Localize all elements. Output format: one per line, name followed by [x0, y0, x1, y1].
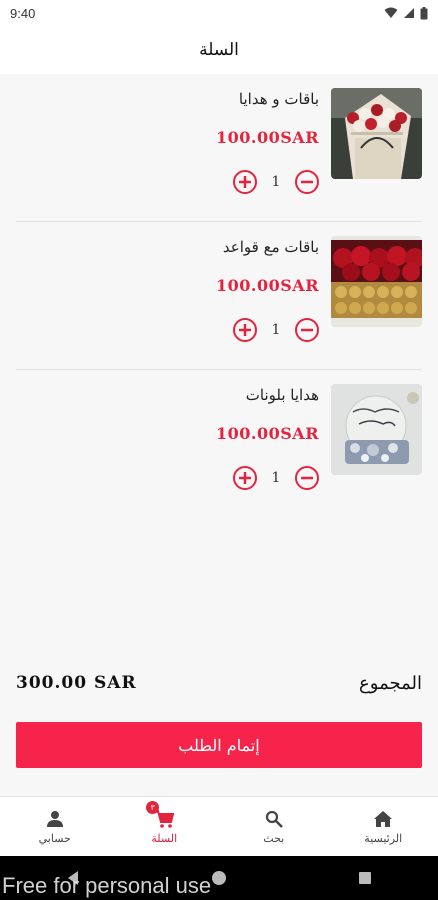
cart-item: باقات مع قواعد 100.00SAR 1 — [16, 222, 422, 370]
product-image[interactable] — [331, 236, 422, 327]
nav-item-account[interactable]: حسابي — [0, 797, 110, 856]
signal-icon — [404, 8, 414, 18]
minus-icon — [301, 476, 313, 480]
cart-count-badge: ٣ — [146, 800, 160, 814]
item-price: 100.00SAR — [216, 424, 319, 443]
item-title: باقات مع قواعد — [222, 238, 319, 256]
cart-icon: ٣ — [146, 800, 175, 829]
item-title: هدايا بلونات — [245, 386, 319, 404]
nav-label: حسابي — [38, 831, 71, 845]
product-image[interactable] — [331, 88, 422, 179]
app-bar: السلة — [0, 26, 438, 74]
nav-item-cart[interactable]: ٣ السلة — [110, 797, 220, 856]
quantity-value: 1 — [271, 322, 281, 338]
item-price: 100.00SAR — [216, 276, 319, 295]
item-price: 100.00SAR — [216, 128, 319, 147]
total-label: المجموع — [359, 672, 422, 694]
total-row: 300.00 SAR المجموع — [16, 668, 422, 698]
nav-label: السلة — [151, 831, 178, 845]
page-title: السلة — [199, 40, 239, 60]
recents-icon[interactable] — [357, 870, 373, 886]
minus-icon — [301, 328, 313, 332]
cart-item: هدايا بلونات 100.00SAR 1 — [16, 370, 422, 518]
nav-item-home[interactable]: الرئيسية — [329, 797, 438, 856]
quantity-value: 1 — [271, 174, 281, 190]
decrease-quantity-button[interactable] — [295, 318, 319, 342]
status-icons — [384, 6, 428, 20]
increase-quantity-button[interactable] — [233, 170, 257, 194]
nav-item-search[interactable]: بحث — [219, 797, 329, 856]
search-icon — [265, 809, 283, 829]
increase-quantity-button[interactable] — [233, 466, 257, 490]
quantity-stepper: 1 — [233, 318, 319, 342]
plus-icon — [239, 324, 251, 336]
decrease-quantity-button[interactable] — [295, 170, 319, 194]
quantity-stepper: 1 — [233, 466, 319, 490]
quantity-value: 1 — [271, 470, 281, 486]
status-bar: 9:40 — [0, 0, 438, 26]
total-amount: 300.00 SAR — [16, 673, 137, 693]
quantity-stepper: 1 — [233, 170, 319, 194]
increase-quantity-button[interactable] — [233, 318, 257, 342]
battery-icon — [420, 6, 428, 19]
person-icon — [46, 809, 64, 829]
home-circle-icon[interactable] — [211, 870, 227, 886]
checkout-button[interactable]: إتمام الطلب — [16, 722, 422, 768]
plus-icon — [239, 176, 251, 188]
minus-icon — [301, 180, 313, 184]
product-image[interactable] — [331, 384, 422, 475]
cart-list: باقات و هدايا 100.00SAR 1 باقات مع قواعد… — [0, 74, 438, 518]
cart-item: باقات و هدايا 100.00SAR 1 — [16, 74, 422, 222]
decrease-quantity-button[interactable] — [295, 466, 319, 490]
bottom-nav: حسابي ٣ السلة بحث الرئيسية — [0, 796, 438, 856]
watermark-text: Free for personal use — [2, 873, 212, 898]
nav-label: الرئيسية — [364, 831, 403, 845]
home-icon — [373, 809, 393, 829]
item-title: باقات و هدايا — [238, 90, 319, 108]
wifi-icon — [384, 7, 398, 18]
plus-icon — [239, 472, 251, 484]
nav-label: بحث — [263, 831, 285, 845]
status-time: 9:40 — [10, 5, 36, 21]
